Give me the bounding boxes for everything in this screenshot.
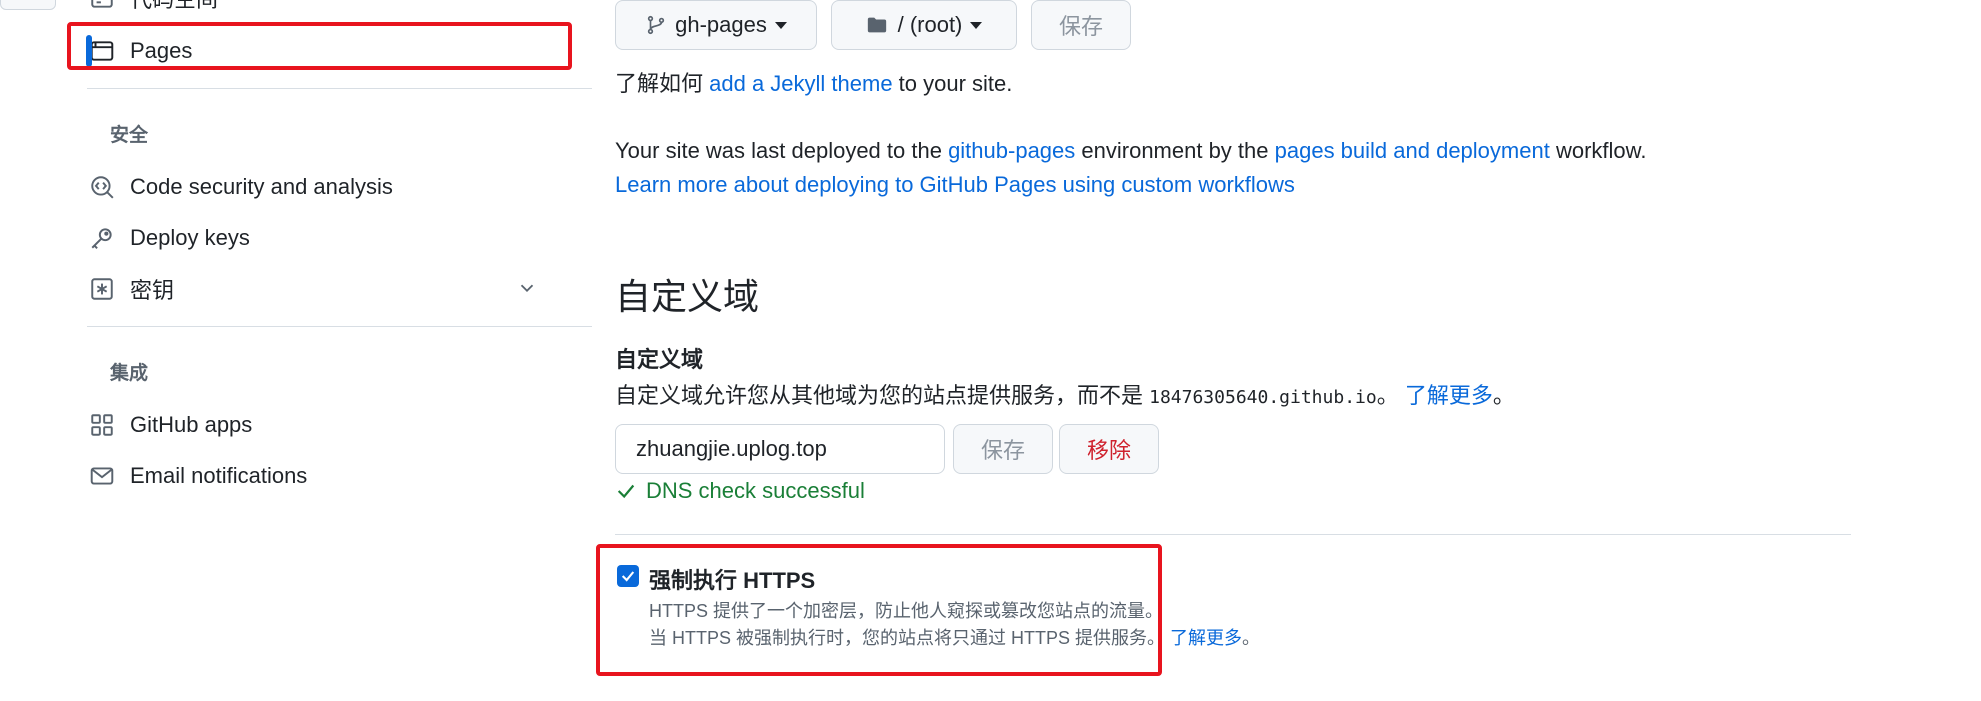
- theme-prefix: 了解如何: [615, 71, 710, 96]
- https-learn-more-link[interactable]: 了解更多: [1170, 628, 1242, 648]
- custom-domain-value: zhuangjie.uplog.top: [636, 436, 827, 461]
- default-domain: 18476305640.github.io: [1149, 387, 1377, 408]
- dns-status-text: DNS check successful: [646, 478, 865, 503]
- sidebar-item-label: 密钥: [130, 278, 175, 303]
- deploy-text: environment by the: [1075, 138, 1275, 163]
- sidebar-item-email-notifications[interactable]: Email notifications: [88, 456, 568, 496]
- note-text: 。: [1242, 628, 1261, 648]
- dns-check-status: DNS check successful: [615, 478, 865, 504]
- deploy-text: Your site was last deployed to the: [615, 138, 949, 163]
- check-icon: [617, 484, 635, 499]
- https-enforced-note: 当 HTTPS 被强制执行时，您的站点将只通过 HTTPS 提供服务。 了解更多…: [649, 624, 1260, 650]
- sidebar-item-label: Deploy keys: [130, 225, 250, 250]
- branch-select-button[interactable]: gh-pages: [615, 0, 817, 50]
- note-text: 当 HTTPS 被强制执行时，您的站点将只通过 HTTPS 提供服务。: [649, 628, 1171, 648]
- sidebar-item-secrets[interactable]: 密钥: [88, 269, 568, 309]
- environment-link[interactable]: github-pages: [948, 138, 1075, 163]
- asterisk-icon: [88, 275, 116, 303]
- enforce-https-label[interactable]: 强制执行 HTTPS: [649, 563, 815, 595]
- security-group-title: 安全: [110, 125, 149, 146]
- custom-domain-field-label: 自定义域: [615, 347, 704, 372]
- jekyll-theme-link[interactable]: add a Jekyll theme: [709, 71, 892, 96]
- folder-select-button[interactable]: / (root): [831, 0, 1017, 50]
- sidebar-item-label: Code security and analysis: [130, 174, 393, 199]
- apps-icon: [88, 411, 116, 439]
- section-divider: [615, 534, 1851, 535]
- folder-icon: [867, 17, 886, 33]
- sidebar-item-label: Email notifications: [130, 463, 308, 488]
- caret-down-icon: [774, 21, 787, 29]
- custom-domain-save-button[interactable]: 保存: [953, 424, 1053, 474]
- sidebar-item-label: 代码空间: [130, 0, 218, 14]
- sidebar-divider: [87, 326, 592, 327]
- branch-label: gh-pages: [675, 12, 767, 37]
- settings-sidebar: 代码空间 Pages 安全 Code security and analysis…: [0, 0, 600, 701]
- custom-domain-input[interactable]: zhuangjie.uplog.top: [615, 424, 945, 474]
- branch-icon: [647, 15, 665, 35]
- custom-workflows-link[interactable]: Learn more about deploying to GitHub Pag…: [615, 172, 1295, 198]
- description-text: 。: [1376, 383, 1405, 408]
- highlight-box: [67, 22, 572, 70]
- sidebar-item-code-security[interactable]: Code security and analysis: [88, 167, 568, 207]
- description-text: 自定义域允许您从其他域为您的站点提供服务，而不是: [615, 383, 1150, 408]
- codescan-icon: [88, 173, 116, 201]
- codespaces-icon: [88, 0, 116, 12]
- sidebar-item-label: GitHub apps: [130, 412, 253, 437]
- theme-suffix: to your site.: [892, 71, 1013, 96]
- sidebar-item-github-apps[interactable]: GitHub apps: [88, 405, 568, 445]
- integrations-group-title: 集成: [110, 363, 149, 384]
- caret-down-icon: [970, 21, 983, 29]
- custom-domain-description: 自定义域允许您从其他域为您的站点提供服务，而不是 18476305640.git…: [615, 378, 1515, 410]
- sidebar-divider: [87, 88, 592, 89]
- sidebar-item-deploy-keys[interactable]: Deploy keys: [88, 218, 568, 258]
- jekyll-theme-line: 了解如何 add a Jekyll theme to your site.: [615, 66, 1012, 98]
- sidebar-item-codespaces[interactable]: 代码空间: [88, 0, 568, 18]
- source-save-button[interactable]: 保存: [1031, 0, 1131, 50]
- deploy-status-line: Your site was last deployed to the githu…: [615, 138, 1646, 164]
- deploy-text: workflow.: [1549, 138, 1647, 163]
- learn-more-link[interactable]: 了解更多: [1405, 383, 1493, 408]
- pages-settings-main: gh-pages / (root) 保存 了解如何 add a Jekyll t…: [596, 0, 1981, 701]
- chevron-down-icon[interactable]: [516, 277, 538, 299]
- https-description: HTTPS 提供了一个加密层，防止他人窥探或篡改您站点的流量。: [649, 601, 1163, 621]
- custom-domain-remove-button[interactable]: 移除: [1059, 424, 1159, 474]
- custom-domain-section-title: 自定义域: [615, 276, 760, 317]
- mail-icon: [88, 462, 116, 490]
- collapsed-button[interactable]: [0, 0, 56, 10]
- workflow-link[interactable]: pages build and deployment: [1275, 138, 1550, 163]
- enforce-https-checkbox[interactable]: [617, 565, 639, 587]
- save-label: 保存: [980, 438, 1025, 463]
- remove-label: 移除: [1086, 438, 1131, 463]
- save-label: 保存: [1058, 14, 1103, 39]
- folder-label: / (root): [897, 12, 963, 37]
- checkmark-icon: [621, 571, 635, 582]
- key-icon: [88, 224, 116, 252]
- description-text: 。: [1492, 383, 1515, 408]
